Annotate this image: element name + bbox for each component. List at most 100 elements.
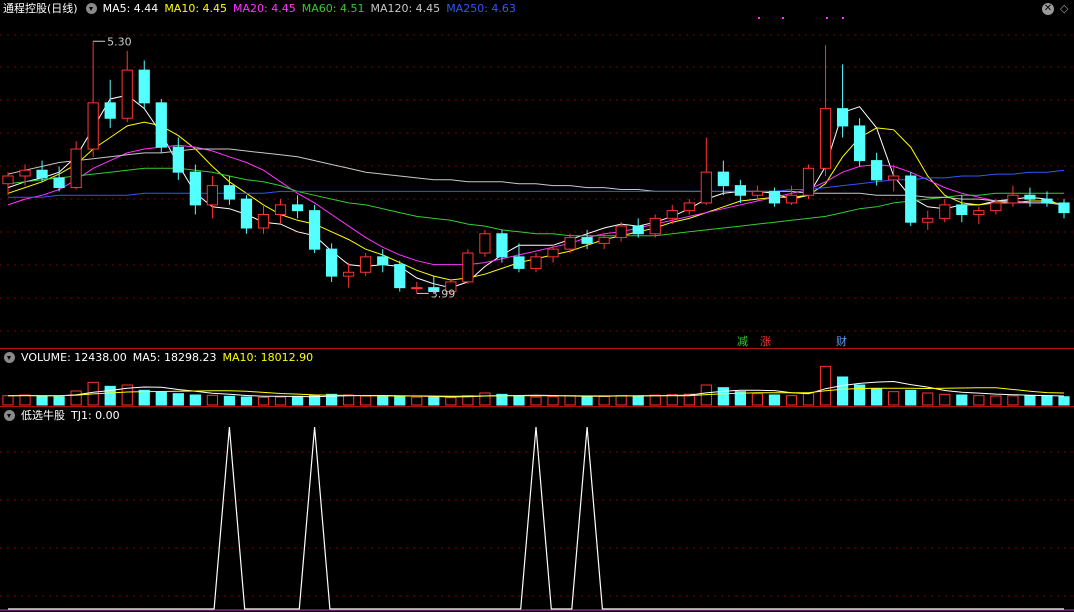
low-label: 3.99	[431, 287, 456, 300]
volume-bar	[888, 391, 900, 406]
indicator-chart[interactable]	[0, 407, 1074, 612]
candle-body	[2, 175, 14, 185]
volume-bar	[922, 392, 934, 406]
candle-body	[479, 233, 491, 254]
volume-bar	[871, 388, 883, 406]
volume-bar	[513, 395, 525, 406]
candle-body	[751, 190, 764, 196]
candle-body	[785, 194, 798, 204]
volume-bar	[836, 376, 849, 406]
candle-body	[598, 237, 610, 244]
candle-body	[326, 248, 338, 277]
volume-bar	[956, 394, 968, 406]
volume-bar	[1024, 395, 1036, 406]
tj1-line	[8, 426, 1064, 610]
indicator-value: TJ1: 0.00	[71, 409, 120, 422]
volume-bar	[819, 365, 832, 406]
volume-bar	[785, 395, 798, 406]
volume-bar	[479, 392, 491, 406]
indicator-pane[interactable]: 低选牛股 TJ1: 0.00	[0, 407, 1074, 612]
volume-bar	[70, 390, 82, 406]
candle-body	[496, 233, 508, 258]
candle-body	[922, 217, 934, 223]
volume-bar	[377, 395, 389, 406]
indicator-header: 低选牛股 TJ1: 0.00	[2, 408, 126, 424]
volume-bar	[598, 395, 610, 406]
candle-body	[973, 210, 985, 215]
volume-bar	[751, 393, 764, 406]
candle-body	[819, 108, 832, 169]
candle-body	[1058, 202, 1070, 214]
volume-bar	[649, 394, 661, 406]
volume-bar	[206, 394, 218, 406]
dropdown-icon[interactable]	[4, 352, 15, 363]
volume-bar	[564, 395, 576, 406]
candle-body	[734, 185, 746, 196]
volume-bar	[53, 396, 65, 406]
volume-bar	[343, 394, 355, 406]
volume-bar	[104, 385, 116, 406]
candle-body	[274, 204, 287, 215]
volume-ma5: MA5: 18298.23	[132, 351, 217, 364]
volume-bar	[666, 394, 678, 406]
diamond-icon[interactable]: ◇	[1060, 2, 1068, 15]
volume-bar	[990, 395, 1002, 406]
volume-bar	[428, 396, 440, 406]
price-pane[interactable]: 5.30 3.99 通程控股(日线) MA5: 4.44 MA10: 4.45 MA20…	[0, 0, 1074, 348]
event-dot	[758, 17, 760, 19]
candle-body	[36, 169, 48, 179]
candle-body	[291, 204, 304, 212]
candle-body	[683, 202, 695, 212]
candle-body	[581, 237, 593, 244]
volume-bar	[2, 395, 14, 406]
candle-body	[990, 202, 1002, 212]
volume-bar	[717, 387, 729, 406]
candle-body	[189, 171, 201, 206]
marker-finance[interactable]: 财	[836, 333, 847, 349]
volume-bar	[291, 395, 304, 406]
price-chart[interactable]: 5.30 3.99	[0, 0, 1074, 348]
volume-bar	[632, 395, 644, 406]
dropdown-icon[interactable]	[85, 3, 97, 14]
dropdown-icon[interactable]	[4, 410, 15, 421]
volume-bar	[223, 395, 236, 406]
candle-body	[1024, 194, 1036, 200]
candle-body	[717, 171, 729, 187]
candle-body	[394, 264, 406, 289]
ma-label-120: MA120: 4.45	[370, 2, 441, 15]
candle-body	[138, 69, 150, 104]
candle-body	[888, 175, 900, 181]
candle-body	[104, 102, 116, 119]
candle-body	[53, 177, 65, 189]
candle-body	[1007, 194, 1019, 204]
volume-bar	[768, 394, 781, 406]
candle-body	[240, 198, 253, 229]
candle-body	[615, 225, 627, 239]
close-icon[interactable]: ✕	[1042, 3, 1054, 15]
candle-body	[155, 102, 167, 148]
volume-bar	[802, 392, 815, 406]
volume-bar	[445, 397, 457, 406]
volume-bar	[257, 396, 270, 406]
candle-body	[905, 175, 917, 223]
volume-bar	[581, 395, 593, 406]
marker-reduce[interactable]: 减	[737, 333, 748, 349]
candle-body	[87, 102, 99, 150]
candle-body	[513, 256, 525, 269]
candle-body	[343, 271, 355, 277]
candle-body	[547, 248, 559, 258]
volume-ma10: MA10: 18012.90	[222, 351, 314, 364]
candle-body	[666, 210, 678, 219]
candle-body	[121, 69, 133, 119]
candle-body	[700, 171, 712, 204]
candle-body	[411, 287, 423, 290]
indicator-name: 低选牛股	[21, 409, 65, 422]
volume-bar	[172, 393, 184, 406]
candle-body	[206, 185, 218, 206]
candle-body	[360, 256, 372, 273]
marker-rise[interactable]: 涨	[760, 333, 771, 349]
volume-pane[interactable]: VOLUME: 12438.00 MA5: 18298.23 MA10: 18012…	[0, 349, 1074, 406]
volume-bar	[189, 394, 201, 406]
stock-name: 通程控股	[3, 2, 47, 15]
ma-label-5: MA5: 4.44	[102, 2, 159, 15]
